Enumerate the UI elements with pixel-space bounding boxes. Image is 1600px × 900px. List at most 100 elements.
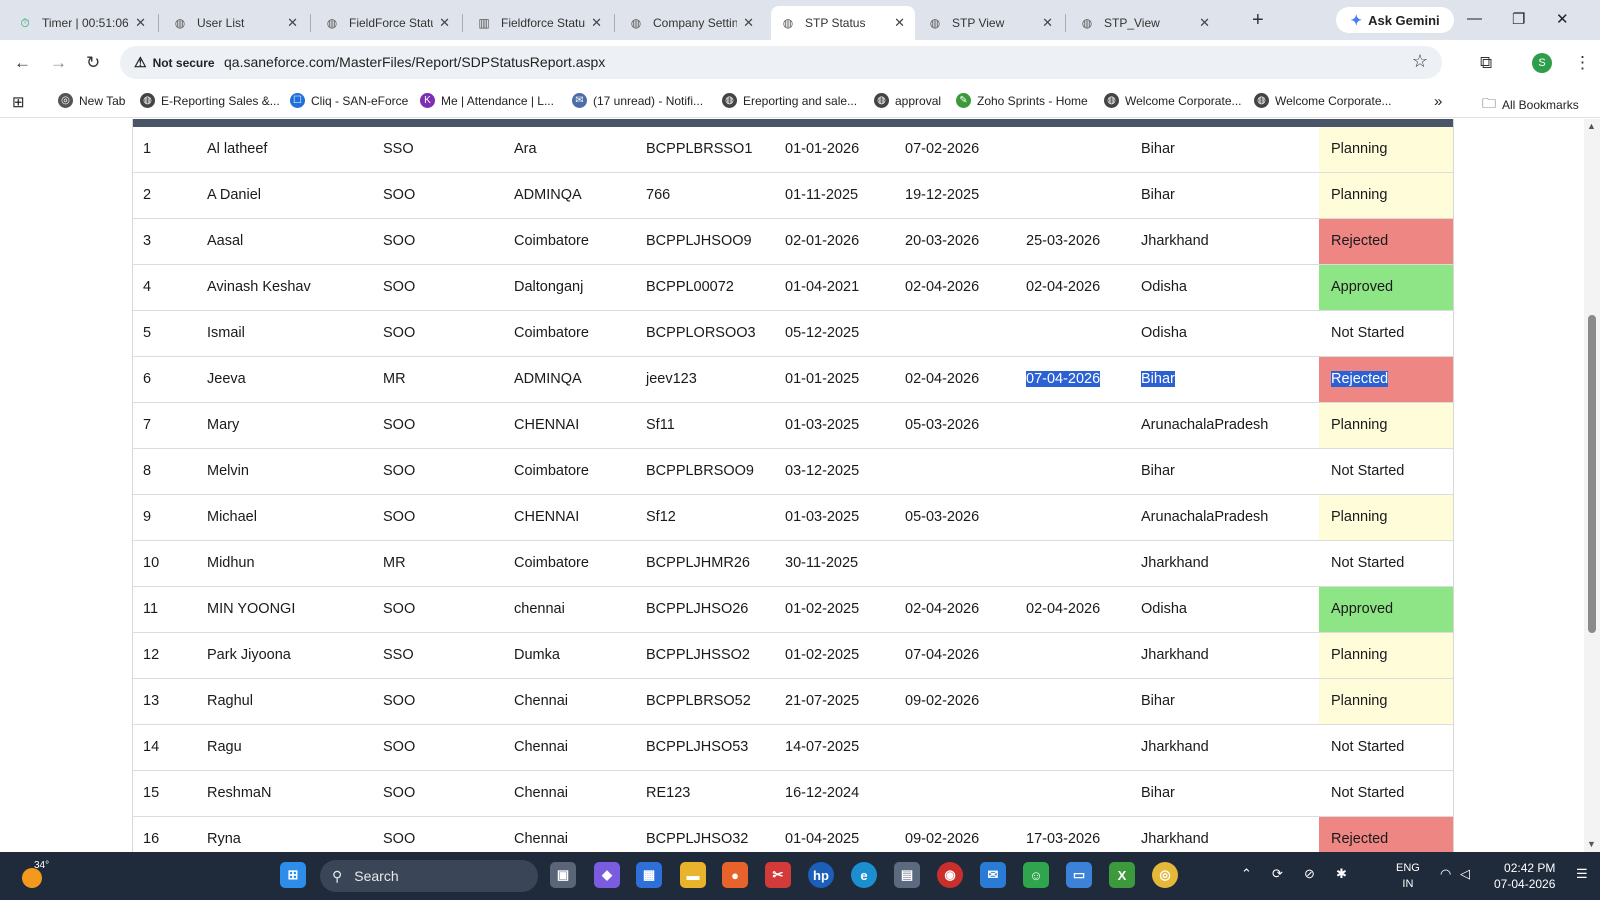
tab-4[interactable]: ▥ Fieldforce Statu ✕ [467, 6, 612, 40]
taskbar-search[interactable]: ⚲ Search [320, 860, 538, 892]
bookmark-star-icon[interactable]: ☆ [1412, 51, 1428, 72]
copilot-icon[interactable]: ◆ [594, 862, 620, 888]
system-clock[interactable]: 02:42 PM 07-04-2026 [1494, 860, 1555, 892]
tab-close-icon[interactable]: ✕ [1042, 15, 1053, 31]
cell-sl-no: 7 [143, 417, 152, 433]
reload-icon[interactable]: ↻ [86, 53, 100, 73]
tab-close-icon[interactable]: ✕ [894, 15, 905, 31]
record-icon[interactable]: ◉ [937, 862, 963, 888]
bookmark-item[interactable]: ✎ Zoho Sprints - Home [956, 93, 1088, 108]
url-text[interactable]: qa.saneforce.com/MasterFiles/Report/SDPS… [224, 54, 605, 70]
excel-icon[interactable]: X [1109, 862, 1135, 888]
bookmark-item[interactable]: ◍ Welcome Corporate... [1254, 93, 1392, 108]
tab-6[interactable]: ◍ STP Status ✕ [771, 6, 915, 40]
sync-icon[interactable]: ⟳ [1272, 866, 1283, 882]
table-row[interactable]: 11 MIN YOONGI SOO chennai BCPPLJHSO26 01-02-2… [133, 587, 1453, 633]
tab-close-icon[interactable]: ✕ [1199, 15, 1210, 31]
bookmark-label: Zoho Sprints - Home [977, 93, 1088, 108]
firefox-icon[interactable]: ● [722, 862, 748, 888]
cell-emp-code: BCPPLJHSO32 [646, 831, 749, 847]
tab-separator [462, 14, 463, 32]
table-row[interactable]: 13 Raghul SOO Chennai BCPPLBRSO52 21-07-2025 0… [133, 679, 1453, 725]
weather-widget[interactable]: 34° [20, 860, 49, 888]
notifications-icon[interactable]: ☰ [1576, 866, 1588, 882]
scroll-down-arrow-icon[interactable]: ▼ [1587, 839, 1596, 849]
wifi-icon[interactable]: ◠ [1440, 866, 1451, 882]
bookmark-item[interactable]: K Me | Attendance | L... [420, 93, 554, 108]
snipping-tool-icon[interactable]: ✂ [765, 862, 791, 888]
language-indicator[interactable]: ENG IN [1396, 860, 1420, 892]
tab-2[interactable]: ◍ User List ✕ [163, 6, 308, 40]
security-chip[interactable]: ⚠ Not secure [128, 50, 225, 75]
table-row[interactable]: 2 A Daniel SOO ADMINQA 766 01-11-2025 19-12-20… [133, 173, 1453, 219]
back-icon[interactable]: ← [14, 53, 31, 73]
tab-5[interactable]: ◍ Company Settin ✕ [619, 6, 764, 40]
tab-close-icon[interactable]: ✕ [287, 15, 298, 31]
tab-close-icon[interactable]: ✕ [591, 15, 602, 31]
store-icon[interactable]: ▦ [636, 862, 662, 888]
tray-chevron-up-icon[interactable]: ⌃ [1241, 866, 1252, 882]
bookmark-item[interactable]: ◎ New Tab [58, 93, 125, 108]
tab-close-icon[interactable]: ✕ [743, 15, 754, 31]
bookmark-item[interactable]: ☐ Cliq - SAN-eForce [290, 93, 408, 108]
table-row[interactable]: 3 Aasal SOO Coimbatore BCPPLJHSOO9 02-01-2026… [133, 219, 1453, 265]
table-row[interactable]: 8 Melvin SOO Coimbatore BCPPLBRSOO9 03-12-202… [133, 449, 1453, 495]
table-row[interactable]: 16 Ryna SOO Chennai BCPPLJHSO32 01-04-2025 09-… [133, 817, 1453, 852]
outlook-icon[interactable]: ✉ [980, 862, 1006, 888]
scrollbar-thumb[interactable] [1588, 315, 1596, 633]
volume-icon[interactable]: ◁ [1460, 866, 1470, 882]
new-tab-button[interactable]: + [1252, 10, 1264, 30]
task-view-icon[interactable]: ▣ [550, 862, 576, 888]
minimize-button[interactable]: — [1467, 10, 1482, 27]
tab-3[interactable]: ◍ FieldForce Statu ✕ [315, 6, 460, 40]
table-row[interactable]: 5 Ismail SOO Coimbatore BCPPLORSOO3 05-12-202… [133, 311, 1453, 357]
tab-7[interactable]: ◍ STP View ✕ [918, 6, 1063, 40]
table-row[interactable]: 15 ReshmaN SOO Chennai RE123 16-12-2024 Bihar N… [133, 771, 1453, 817]
close-window-button[interactable]: ✕ [1556, 10, 1569, 28]
hp-icon[interactable]: hp [808, 862, 834, 888]
tab-1[interactable]: ⏱ Timer | 00:51:06 ✕ [8, 6, 156, 40]
chrome-icon[interactable]: ◎ [1152, 862, 1178, 888]
table-row[interactable]: 4 Avinash Keshav SOO Daltonganj BCPPL00072 01… [133, 265, 1453, 311]
cell-name: MIN YOONGI [207, 601, 296, 617]
apps-grid-icon[interactable]: ⊞ [12, 93, 25, 111]
file-explorer-icon[interactable]: ▬ [680, 862, 706, 888]
cell-from-date: 01-01-2025 [785, 371, 860, 387]
calculator-icon[interactable]: ▤ [894, 862, 920, 888]
table-row[interactable]: 12 Park Jiyoona SSO Dumka BCPPLJHSSO2 01-02-2… [133, 633, 1453, 679]
chat-icon[interactable]: ☺ [1023, 862, 1049, 888]
tab-search-icon[interactable]: ⧉ [1480, 53, 1492, 73]
bluetooth-icon[interactable]: ✱ [1336, 866, 1347, 882]
all-bookmarks-button[interactable]: 🗀 All Bookmarks [1482, 93, 1579, 117]
bookmark-item[interactable]: ✉ (17 unread) - Notifi... [572, 93, 703, 108]
bookmark-item[interactable]: ◍ Welcome Corporate... [1104, 93, 1242, 108]
scroll-up-arrow-icon[interactable]: ▲ [1587, 121, 1596, 131]
tab-title: Company Settin [653, 16, 738, 30]
table-row[interactable]: 1 Al latheef SSO Ara BCPPLBRSSO1 01-01-2026 07… [133, 127, 1453, 173]
vertical-scrollbar[interactable]: ▲ ▼ [1584, 119, 1600, 852]
bookmark-item[interactable]: ◍ E-Reporting Sales &... [140, 93, 280, 108]
tab-close-icon[interactable]: ✕ [135, 15, 146, 31]
messages-icon[interactable]: ▭ [1066, 862, 1092, 888]
bookmark-item[interactable]: ◍ approval [874, 93, 941, 108]
table-row[interactable]: 7 Mary SOO CHENNAI Sf11 01-03-2025 05-03-2026 A… [133, 403, 1453, 449]
more-bookmarks-chevron-icon[interactable]: » [1434, 93, 1442, 110]
cell-state: Odisha [1141, 279, 1187, 295]
network-off-icon[interactable]: ⊘ [1304, 866, 1315, 882]
address-bar[interactable]: ⚠ Not secure qa.saneforce.com/MasterFile… [120, 46, 1442, 79]
cell-sl-no: 6 [143, 371, 152, 387]
table-row[interactable]: 6 Jeeva MR ADMINQA jeev123 01-01-2025 02-04-20… [133, 357, 1453, 403]
tab-8[interactable]: ◍ STP_View ✕ [1070, 6, 1220, 40]
start-windows-icon[interactable]: ⊞ [280, 862, 306, 888]
profile-avatar[interactable]: S [1532, 53, 1552, 73]
table-row[interactable]: 10 Midhun MR Coimbatore BCPPLJHMR26 30-11-202… [133, 541, 1453, 587]
forward-icon[interactable]: → [50, 53, 67, 73]
tab-close-icon[interactable]: ✕ [439, 15, 450, 31]
menu-kebab-icon[interactable]: ⋮ [1574, 53, 1591, 73]
ask-gemini-button[interactable]: ✦ Ask Gemini [1336, 7, 1454, 33]
table-row[interactable]: 14 Ragu SOO Chennai BCPPLJHSO53 14-07-2025 Jha… [133, 725, 1453, 771]
bookmark-item[interactable]: ◍ Ereporting and sale... [722, 93, 857, 108]
table-row[interactable]: 9 Michael SOO CHENNAI Sf12 01-03-2025 05-03-20… [133, 495, 1453, 541]
edge-icon[interactable]: e [851, 862, 877, 888]
restore-button[interactable]: ❐ [1512, 10, 1525, 28]
